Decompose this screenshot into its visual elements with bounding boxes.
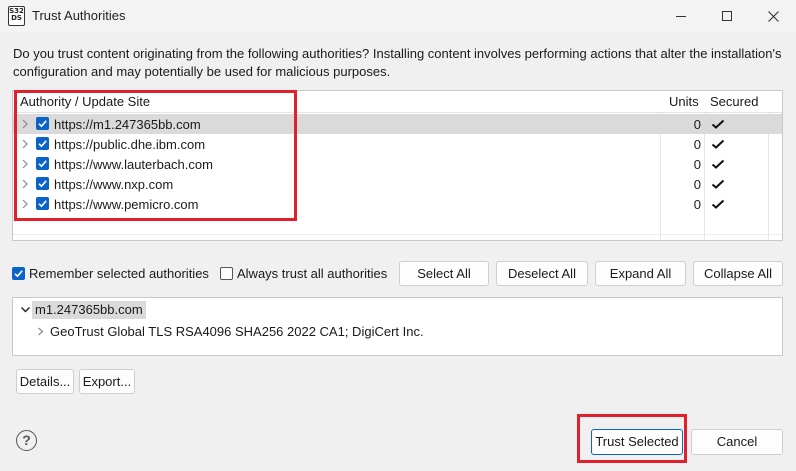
app-icon: S32 DS (8, 6, 25, 26)
units-value: 0 (693, 137, 701, 152)
checkbox-unchecked-icon (220, 267, 233, 280)
remember-authorities-checkbox[interactable]: Remember selected authorities (12, 261, 209, 286)
trust-selected-button[interactable]: Trust Selected (591, 429, 683, 455)
checkmark-icon (711, 199, 725, 209)
chevron-right-icon[interactable] (20, 118, 30, 130)
tree-item-root[interactable]: m1.247365bb.com (13, 300, 782, 320)
units-value: 0 (693, 177, 701, 192)
description-text: Do you trust content originating from th… (13, 46, 782, 79)
cancel-button[interactable]: Cancel (691, 429, 783, 455)
column-header-units[interactable]: Units (669, 94, 699, 109)
column-header-authority[interactable]: Authority / Update Site (20, 94, 150, 109)
minimize-icon (676, 15, 686, 17)
expand-all-button[interactable]: Expand All (595, 261, 686, 286)
checkmark-icon (711, 179, 725, 189)
checkbox-checked-icon (12, 267, 25, 280)
maximize-icon (722, 11, 732, 21)
chevron-right-icon[interactable] (36, 326, 45, 337)
details-button[interactable]: Details... (16, 369, 74, 394)
table-row[interactable]: https://m1.247365bb.com 0 (13, 114, 782, 134)
checkmark-icon (711, 139, 725, 149)
table-header: Authority / Update Site Units Secured (13, 91, 782, 113)
column-header-secured[interactable]: Secured (710, 94, 758, 109)
maximize-button[interactable] (704, 0, 750, 32)
units-value: 0 (693, 117, 701, 132)
checkmark-icon (711, 119, 725, 129)
always-trust-checkbox[interactable]: Always trust all authorities (220, 261, 387, 286)
chevron-right-icon[interactable] (20, 158, 30, 170)
tree-root-label: m1.247365bb.com (32, 301, 146, 319)
row-checkbox[interactable] (36, 177, 49, 190)
minimize-button[interactable] (658, 0, 704, 32)
remember-authorities-label: Remember selected authorities (29, 266, 209, 281)
title-bar: S32 DS Trust Authorities (0, 0, 796, 32)
chevron-right-icon[interactable] (20, 178, 30, 190)
authorities-table: Authority / Update Site Units Secured ht… (12, 90, 783, 241)
close-button[interactable] (750, 0, 796, 32)
certificate-label: GeoTrust Global TLS RSA4096 SHA256 2022 … (50, 324, 424, 339)
row-checkbox[interactable] (36, 117, 49, 130)
authority-site: https://www.lauterbach.com (54, 157, 213, 172)
table-row[interactable]: https://www.nxp.com 0 (13, 174, 782, 194)
table-row[interactable]: https://public.dhe.ibm.com 0 (13, 134, 782, 154)
authority-site: https://www.pemicro.com (54, 197, 199, 212)
chevron-down-icon[interactable] (20, 305, 31, 315)
deselect-all-button[interactable]: Deselect All (496, 261, 588, 286)
collapse-all-button[interactable]: Collapse All (693, 261, 783, 286)
close-icon (767, 10, 779, 22)
row-checkbox[interactable] (36, 137, 49, 150)
window-title: Trust Authorities (32, 8, 126, 23)
chevron-right-icon[interactable] (20, 138, 30, 150)
units-value: 0 (693, 197, 701, 212)
chevron-right-icon[interactable] (20, 198, 30, 210)
checkmark-icon (711, 159, 725, 169)
select-all-button[interactable]: Select All (399, 261, 489, 286)
row-checkbox[interactable] (36, 197, 49, 210)
export-button[interactable]: Export... (79, 369, 135, 394)
units-value: 0 (693, 157, 701, 172)
authority-site: https://www.nxp.com (54, 177, 174, 192)
certificate-tree: m1.247365bb.com GeoTrust Global TLS RSA4… (12, 297, 783, 356)
authority-site: https://public.dhe.ibm.com (54, 137, 206, 152)
table-row[interactable]: https://www.pemicro.com 0 (13, 194, 782, 214)
authority-site: https://m1.247365bb.com (54, 117, 201, 132)
row-divider (13, 234, 782, 235)
table-row[interactable]: https://www.lauterbach.com 0 (13, 154, 782, 174)
row-checkbox[interactable] (36, 157, 49, 170)
help-icon[interactable]: ? (16, 430, 37, 451)
tree-item-certificate[interactable]: GeoTrust Global TLS RSA4096 SHA256 2022 … (13, 322, 782, 342)
always-trust-label: Always trust all authorities (237, 266, 388, 281)
